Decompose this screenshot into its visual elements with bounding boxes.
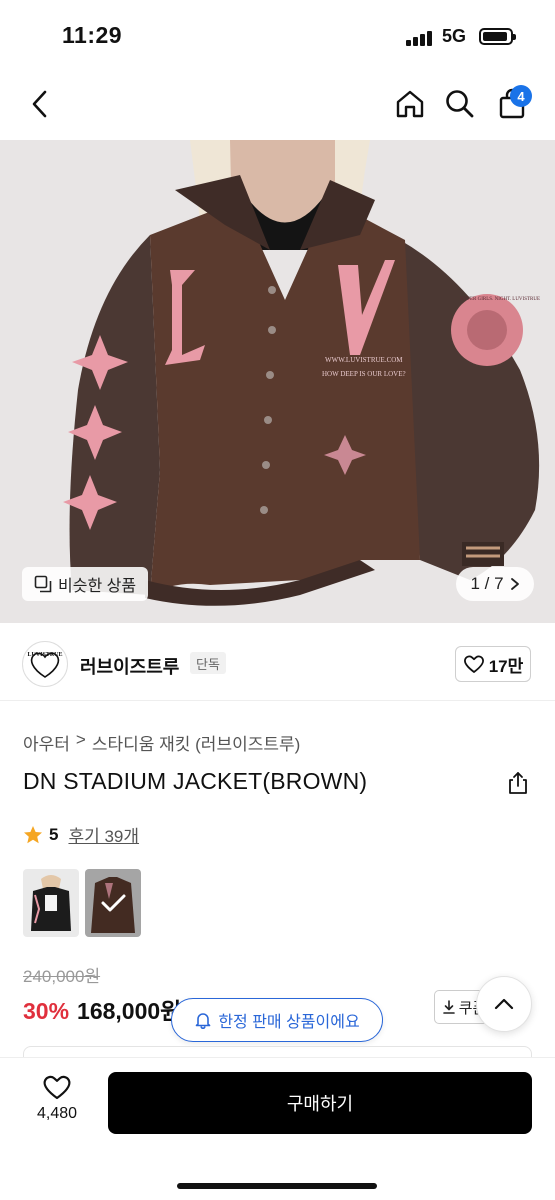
top-nav-bar — [0, 70, 555, 140]
color-options — [23, 869, 141, 937]
network-type: 5G — [442, 26, 467, 46]
chevron-right-icon — [510, 578, 519, 590]
heart-icon — [463, 655, 484, 673]
jacket-patch-print: HYPER GIRLS. NIGHT. LUVISTRUE — [460, 297, 540, 302]
similar-products-button[interactable]: 비슷한 상품 — [22, 567, 149, 601]
wishlist-count: 4,480 — [36, 1105, 78, 1122]
brand-like-button[interactable]: 17만 — [455, 646, 531, 682]
rating-row: 5 후기 39개 — [23, 822, 139, 847]
breadcrumb: 아우터 > 스타디움 재킷 (러브이즈트루) — [23, 730, 300, 755]
jacket-slogan-print: HOW DEEP IS OUR LOVE? — [322, 370, 406, 378]
cellular-signal-icon — [406, 30, 432, 46]
image-page-counter[interactable]: 1 / 7 — [456, 567, 534, 601]
battery-icon — [479, 28, 516, 45]
cart-count-badge: 4 — [510, 85, 532, 107]
copy-squares-icon — [34, 575, 52, 593]
breadcrumb-category[interactable]: 아우터 — [23, 730, 70, 755]
page-counter-text: 1 / 7 — [470, 574, 504, 593]
heart-icon — [43, 1075, 71, 1100]
buy-button[interactable]: 구매하기 — [108, 1072, 532, 1134]
status-bar: 11:29 5G — [0, 0, 555, 70]
svg-text:LUVISTRUE: LUVISTRUE — [27, 652, 62, 658]
original-price: 240,000원 — [23, 967, 101, 986]
brand-logo-image: LUVISTRUE — [27, 652, 63, 678]
share-button[interactable] — [505, 770, 531, 796]
breadcrumb-subcategory[interactable]: 스타디움 재킷 (러브이즈트루) — [92, 730, 300, 755]
star-icon — [24, 825, 42, 843]
price-row: 30% 168,000원 — [23, 992, 181, 1026]
exclusive-badge: 단독 — [190, 652, 226, 674]
chevron-up-icon — [494, 998, 514, 1010]
similar-products-label: 비슷한 상품 — [58, 578, 137, 595]
breadcrumb-separator: > — [75, 730, 86, 749]
product-image-carousel[interactable]: WWW.LUVISTRUE.COM HOW DEEP IS OUR LOVE? … — [0, 140, 555, 623]
product-photo: WWW.LUVISTRUE.COM HOW DEEP IS OUR LOVE? … — [0, 140, 555, 623]
scroll-to-top-button[interactable] — [476, 976, 532, 1032]
home-button[interactable] — [390, 84, 430, 124]
share-icon — [509, 772, 527, 794]
info-box — [23, 1046, 532, 1058]
download-icon — [442, 1000, 455, 1014]
rating-value: 5 — [49, 824, 59, 844]
search-button[interactable] — [440, 84, 480, 124]
color-option-brown-selected[interactable] — [85, 869, 141, 937]
brand-logo[interactable]: LUVISTRUE — [22, 641, 68, 687]
wishlist-button[interactable]: 4,480 — [22, 1074, 92, 1134]
jacket-url-print: WWW.LUVISTRUE.COM — [325, 356, 403, 364]
bell-icon — [196, 1013, 211, 1029]
brand-like-count: 17만 — [488, 656, 524, 676]
home-indicator — [177, 1183, 377, 1189]
section-divider — [0, 700, 555, 701]
brand-row: LUVISTRUE 러브이즈트루 단독 17만 — [0, 636, 555, 692]
back-button[interactable] — [20, 84, 60, 124]
limited-sale-text: 한정 판매 상품이에요 — [218, 1014, 360, 1031]
status-time: 11:29 — [62, 22, 123, 48]
product-title: DN STADIUM JACKET(BROWN) — [23, 768, 368, 794]
bottom-action-bar: 4,480 구매하기 — [0, 1058, 555, 1200]
sale-price: 168,000원 — [77, 998, 182, 1024]
color-option-black[interactable] — [23, 869, 79, 937]
search-icon — [446, 90, 474, 118]
reviews-link[interactable]: 후기 39개 — [68, 822, 139, 847]
discount-rate: 30% — [23, 998, 70, 1024]
brand-name[interactable]: 러브이즈트루 — [80, 653, 179, 679]
chevron-left-icon — [32, 90, 47, 118]
home-icon — [396, 90, 424, 118]
limited-sale-notice[interactable]: 한정 판매 상품이에요 — [171, 998, 383, 1042]
